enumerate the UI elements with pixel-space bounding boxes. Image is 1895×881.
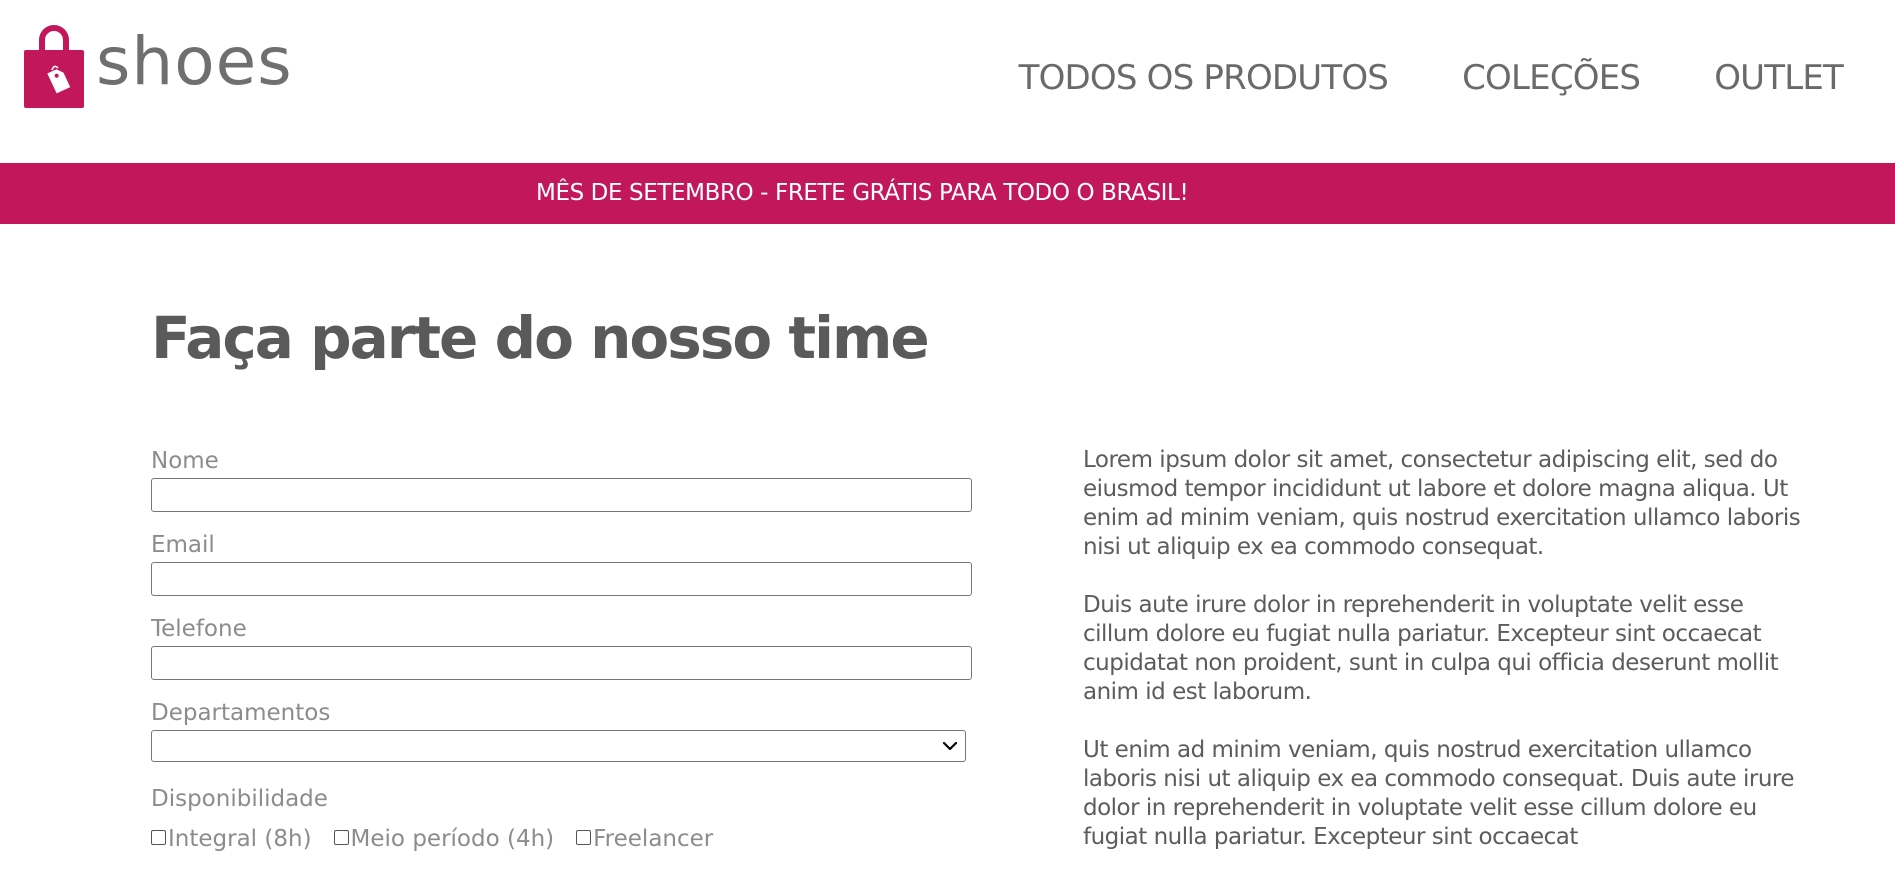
department-select[interactable] [151,730,966,762]
nav-item-outlet[interactable]: OUTLET [1714,58,1844,98]
availability-option-freelancer[interactable]: Freelancer [576,826,713,852]
name-input[interactable] [151,478,972,512]
info-paragraph: Duis aute irure dolor in reprehenderit i… [1083,592,1779,705]
phone-input[interactable] [151,646,972,680]
checkbox-integral[interactable] [151,829,166,845]
availability-label: Disponibilidade [151,786,328,812]
brand-name: shoes [96,23,293,100]
name-label: Nome [151,448,219,474]
nav-item-todos-os-produtos[interactable]: TODOS OS PRODUTOS [1019,58,1389,98]
shopping-bag-tag-icon [24,25,84,108]
info-paragraph: Lorem ipsum dolor sit amet, consectetur … [1083,447,1801,560]
promo-banner-text: MÊS DE SETEMBRO - FRETE GRÁTIS PARA TODO… [536,180,1189,206]
info-paragraph: Ut enim ad minim veniam, quis nostrud ex… [1083,737,1795,850]
nav-item-colecoes[interactable]: COLEÇÕES [1462,58,1641,98]
availability-option-meio-periodo[interactable]: Meio período (4h) [333,826,555,852]
info-text-column: Lorem ipsum dolor sit amet, consectetur … [1083,446,1803,881]
checkbox-label-freelancer: Freelancer [593,826,714,852]
logo-link[interactable]: shoes [24,23,293,108]
page-title: Faça parte do nosso time [151,304,930,372]
email-label: Email [151,532,215,558]
main-nav: TODOS OS PRODUTOS COLEÇÕES OUTLET [1019,58,1844,98]
chevron-down-icon [942,741,958,751]
checkbox-label-meio-periodo: Meio período (4h) [350,826,555,852]
email-input[interactable] [151,562,972,596]
promo-banner: MÊS DE SETEMBRO - FRETE GRÁTIS PARA TODO… [0,163,1895,224]
department-label: Departamentos [151,700,331,726]
checkbox-meio-periodo[interactable] [333,829,349,845]
phone-label: Telefone [151,616,247,642]
availability-options: Integral (8h) Meio período (4h) Freelanc… [151,826,973,852]
checkbox-freelancer[interactable] [576,829,592,845]
job-application-form: Nome Email Telefone Departamentos Dispon… [151,446,973,852]
checkbox-label-integral: Integral (8h) [168,826,312,852]
site-header: shoes TODOS OS PRODUTOS COLEÇÕES OUTLET [0,0,1895,163]
availability-option-integral[interactable]: Integral (8h) [151,826,312,852]
